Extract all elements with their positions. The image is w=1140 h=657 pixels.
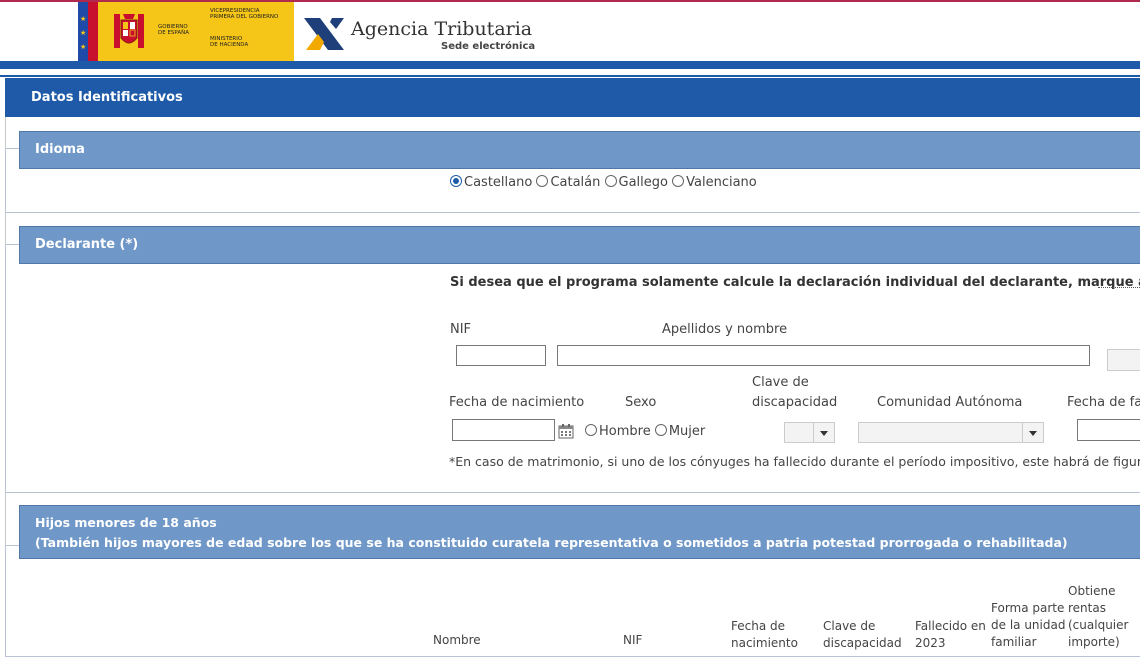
coat-of-arms-icon bbox=[114, 14, 144, 48]
hijos-panel-header: Hijos menores de 18 años (También hijos … bbox=[19, 505, 1140, 559]
radio-icon[interactable] bbox=[672, 175, 685, 187]
individual-dotted-leader bbox=[1098, 287, 1140, 288]
eu-flag-stripe: ★ ★ ★ bbox=[78, 2, 88, 63]
header-blue-bar bbox=[0, 61, 1140, 69]
section-title: Datos Identificativos bbox=[31, 90, 183, 105]
declarante-panel-header: Declarante (*) bbox=[19, 226, 1140, 264]
spain-flag-stripe bbox=[88, 2, 98, 63]
idioma-option-catalan[interactable]: Catalán bbox=[536, 175, 600, 190]
sexo-options: Hombre Mujer bbox=[585, 424, 705, 439]
agency-name[interactable]: Agencia Tributaria bbox=[351, 18, 532, 40]
idioma-option-gallego[interactable]: Gallego bbox=[604, 175, 668, 190]
comunidad-label: Comunidad Autónoma bbox=[877, 395, 1023, 410]
fecha-fallecimiento-label: Fecha de fal bbox=[1067, 395, 1140, 410]
radio-icon[interactable] bbox=[585, 424, 597, 436]
nif-label: NIF bbox=[450, 322, 472, 337]
hijos-subtitle: (También hijos mayores de edad sobre los… bbox=[35, 535, 1068, 550]
gobierno-logo[interactable]: ★ ★ ★ GOBIERNO DE ESPAÑA VICEPRESIDENCIA PRI… bbox=[78, 2, 294, 63]
ministerio-text: MINISTERIO DE HACIENDA bbox=[210, 36, 249, 48]
nif-input[interactable] bbox=[456, 345, 546, 366]
clave-discapacidad-select[interactable] bbox=[784, 422, 835, 443]
idioma-title: Idioma bbox=[35, 142, 85, 157]
idioma-options: Castellano Catalán Gallego Valenciano bbox=[450, 175, 757, 190]
fecha-fallecimiento-input[interactable] bbox=[1077, 419, 1140, 441]
radio-icon[interactable] bbox=[450, 175, 462, 187]
site-header: ★ ★ ★ GOBIERNO DE ESPAÑA VICEPRESIDENCIA PRI… bbox=[0, 2, 1140, 63]
sexo-label: Sexo bbox=[625, 395, 657, 410]
col-fecha-nacimiento: Fecha de nacimiento bbox=[731, 619, 798, 650]
agencia-tributaria-logo-icon[interactable] bbox=[302, 12, 346, 54]
radio-icon[interactable] bbox=[536, 175, 549, 187]
fecha-nacimiento-input[interactable] bbox=[452, 419, 555, 441]
agency-subtitle: Sede electrónica bbox=[441, 41, 536, 52]
radio-icon[interactable] bbox=[654, 424, 667, 436]
vicepresidencia-text: VICEPRESIDENCIA PRIMERA DEL GOBIERNO bbox=[210, 8, 279, 20]
col-clave-discapacidad: Clave de discapacidad bbox=[823, 619, 902, 650]
datos-identificativos-header: Datos Identificativos bbox=[5, 78, 1140, 117]
matrimonio-footnote: *En caso de matrimonio, si uno de los có… bbox=[449, 454, 1140, 469]
sexo-option-mujer[interactable]: Mujer bbox=[654, 424, 705, 439]
sexo-option-hombre[interactable]: Hombre bbox=[585, 424, 651, 439]
calendar-icon[interactable] bbox=[558, 423, 574, 439]
comunidad-select[interactable] bbox=[858, 422, 1044, 443]
section-top-line bbox=[0, 75, 1140, 77]
apellidos-input[interactable] bbox=[557, 345, 1090, 366]
col-forma-parte: Forma parte de la unidad familiar bbox=[991, 601, 1066, 649]
fecha-nacimiento-label: Fecha de nacimiento bbox=[449, 395, 585, 410]
clave-discapacidad-label-line2: discapacidad bbox=[752, 395, 838, 410]
col-fallecido: Fallecido en 2023 bbox=[915, 619, 986, 650]
extra-field-partial[interactable] bbox=[1107, 349, 1140, 371]
idioma-option-castellano[interactable]: Castellano bbox=[450, 175, 532, 190]
individual-note: Si desea que el programa solamente calcu… bbox=[450, 275, 1140, 290]
clave-discapacidad-label-line1: Clave de bbox=[752, 375, 809, 390]
idioma-panel-header: Idioma bbox=[19, 131, 1140, 169]
apellidos-label: Apellidos y nombre bbox=[662, 322, 788, 337]
radio-icon[interactable] bbox=[604, 175, 617, 187]
gobierno-text: GOBIERNO DE ESPAÑA bbox=[158, 24, 190, 36]
hijos-title: Hijos menores de 18 años bbox=[35, 515, 217, 530]
chevron-down-icon[interactable] bbox=[1022, 423, 1043, 442]
idioma-option-valenciano[interactable]: Valenciano bbox=[672, 175, 757, 190]
declarante-title: Declarante (*) bbox=[35, 237, 139, 252]
chevron-down-icon[interactable] bbox=[813, 423, 834, 442]
